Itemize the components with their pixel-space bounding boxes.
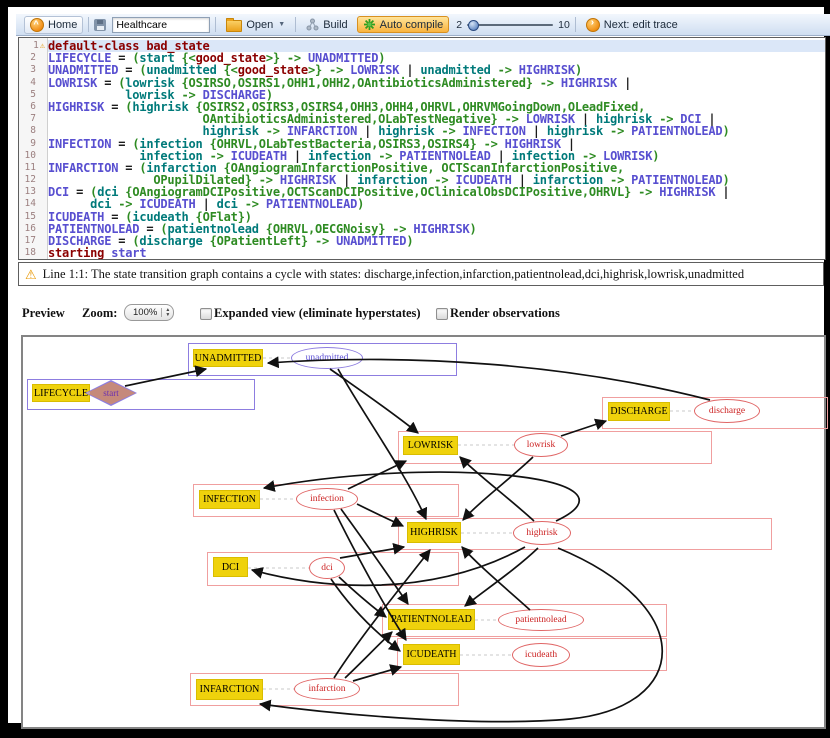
line-warning-icon: ⚠ [40,41,45,51]
line-number: 8 [19,125,47,137]
next-label: Next: edit trace [604,19,678,31]
edge-highrisk-to-LOWRISK [460,457,534,521]
toolbar-separator [575,17,576,32]
auto-compile-icon [363,18,376,31]
event-node-patientnolead: patientnolead [498,609,584,631]
event-node-discharge: discharge [694,399,760,423]
state-label-icudeath: ICUDEATH [403,644,460,665]
zoom-value: 100% [133,307,157,318]
line-number: 5 [19,89,47,101]
toolbar: Home Open ▼ Build [16,14,830,36]
filename-input[interactable] [112,17,210,33]
state-label-patientnolead: PATIENTNOLEAD [388,609,475,630]
state-label-infection: INFECTION [199,490,260,509]
zoom-select[interactable]: 100% ▲▼ [124,304,174,321]
line-number: 12 [19,174,47,186]
line-number: 1⚠ [19,40,47,52]
folder-icon [226,20,242,32]
event-node-icudeath: icudeath [512,643,570,667]
state-label-unadmitted: UNADMITTED [193,349,263,367]
event-node-infarction: infarction [294,678,360,700]
state-label-dci: DCI [213,557,248,577]
event-node-dci: dci [309,557,345,579]
line-number: 16 [19,223,47,235]
auto-compile-button[interactable]: Auto compile [357,16,450,33]
line-number: 6 [19,101,47,113]
edge-infarction-to-PATIENTNOLEAD [345,632,392,678]
preview-controls: Preview Zoom: 100% ▲▼ Expanded view (eli… [8,303,830,325]
zoom-stepper-icon[interactable]: ▲▼ [161,308,170,317]
open-button[interactable]: Open ▼ [221,17,290,33]
expanded-view-label: Expanded view (eliminate hyperstates) [214,306,421,321]
build-button[interactable]: Build [301,17,352,32]
line-number: 7 [19,113,47,125]
event-node-infection: infection [296,488,358,510]
state-label-infarction: INFARCTION [196,679,263,700]
next-icon [586,18,600,32]
render-observations-label: Render observations [450,306,560,321]
state-label-lowrisk: LOWRISK [403,436,458,455]
code-editor[interactable]: 1⚠23456789101112131415161718 default-cla… [18,37,826,260]
home-label: Home [48,19,77,31]
toolbar-separator [215,17,216,32]
state-label-highrisk: HIGHRISK [407,522,461,543]
auto-compile-label: Auto compile [380,19,444,31]
event-node-unadmitted: unadmitted [291,347,363,369]
home-button[interactable]: Home [24,16,83,34]
line-number: 18 [19,247,47,259]
edge-unadmitted-to-LOWRISK [330,369,418,433]
line-number: 3 [19,64,47,76]
state-graph-canvas: LIFECYCLEstartUNADMITTEDunadmittedDISCHA… [21,335,826,729]
build-graph-icon [306,18,319,31]
zoom-label: Zoom: [82,306,117,321]
line-number: 11 [19,162,47,174]
event-node-highrisk: highrisk [513,521,571,545]
toolbar-separator [88,17,89,32]
render-observations-checkbox[interactable] [436,308,448,320]
line-number: 4 [19,77,47,89]
code-area[interactable]: default-class bad_stateLIFECYCLE = (star… [48,38,825,259]
next-edit-trace-button[interactable]: Next: edit trace [581,17,683,33]
line-number: 14 [19,198,47,210]
code-line[interactable]: DISCHARGE = (discharge {OPatientLeft} ->… [48,235,825,247]
save-icon[interactable] [94,19,106,31]
line-number: 9 [19,138,47,150]
state-label-discharge: DISCHARGE [608,402,670,421]
app-window: Home Open ▼ Build [8,7,824,723]
warning-bar: ⚠ Line 1:1: The state transition graph c… [18,262,824,286]
slider-min-label: 2 [456,19,462,31]
toolbar-separator [295,17,296,32]
edge-lowrisk-to-HIGHRISK [463,457,533,520]
line-number: 13 [19,186,47,198]
chevron-down-icon[interactable]: ▼ [278,21,285,28]
state-label-lifecycle: LIFECYCLE [32,384,90,402]
slider-max-label: 10 [558,19,570,31]
line-number-gutter: 1⚠23456789101112131415161718 [19,38,48,259]
edge-highrisk-to-PATIENTNOLEAD [465,548,538,606]
expanded-view-checkbox[interactable] [200,308,212,320]
code-line[interactable]: starting start [48,247,825,259]
slider-knob[interactable] [468,20,479,31]
preview-title: Preview [22,306,65,321]
compile-slider[interactable] [467,24,553,26]
line-number: 17 [19,235,47,247]
event-node-lowrisk: lowrisk [514,433,568,457]
build-label: Build [323,19,347,31]
warning-text: Line 1:1: The state transition graph con… [43,267,744,282]
line-number: 10 [19,150,47,162]
home-icon [30,18,44,32]
open-label: Open [246,19,273,31]
line-number: 15 [19,211,47,223]
line-number: 2 [19,52,47,64]
screenshot-root: Home Open ▼ Build [0,0,830,738]
warning-icon: ⚠ [25,268,37,281]
edge-patientnolead-to-HIGHRISK [462,547,530,610]
